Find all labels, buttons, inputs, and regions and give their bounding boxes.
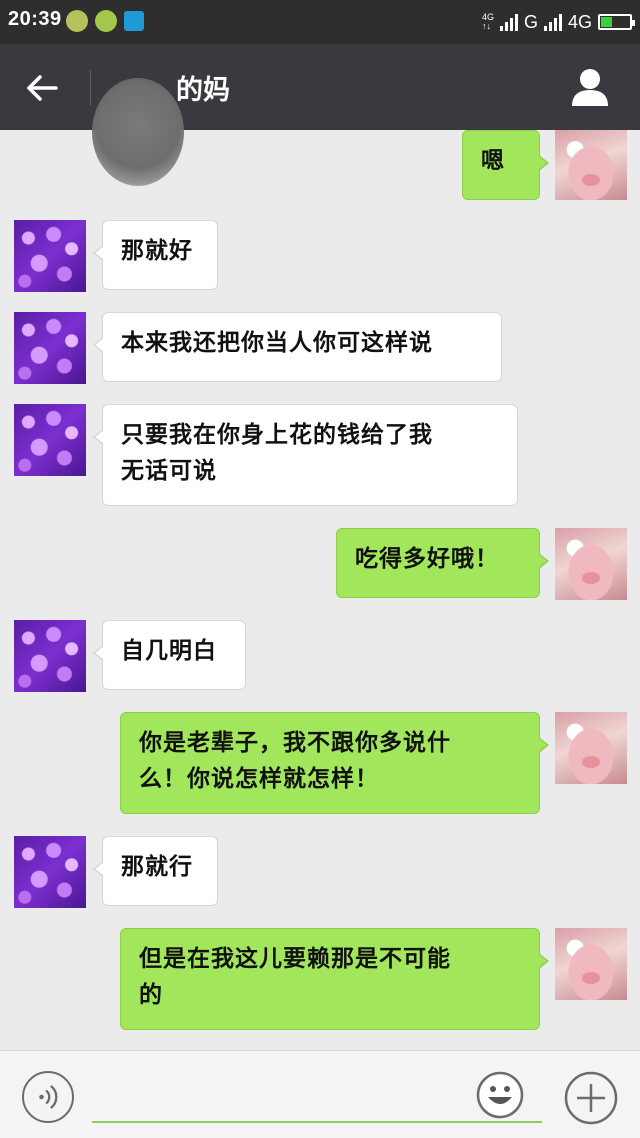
message-bubble-outgoing[interactable]: 吃得多好哦！ xyxy=(336,528,549,598)
contact-avatar[interactable] xyxy=(14,312,86,384)
contact-avatar[interactable] xyxy=(14,220,86,292)
signal-icon xyxy=(499,13,518,31)
message-bubble-outgoing[interactable]: 嗯 xyxy=(462,130,549,200)
message-bubble-incoming[interactable]: 自几明白 xyxy=(93,620,246,690)
battery-icon xyxy=(598,14,635,30)
notification-app-icon xyxy=(95,10,117,32)
message-bubble-outgoing[interactable]: 但是在我这儿要赖那是不可能 的 xyxy=(120,928,549,1030)
contact-avatar[interactable] xyxy=(14,836,86,908)
voice-icon[interactable] xyxy=(22,1071,74,1123)
notification-app-icon xyxy=(66,10,88,32)
message-bubble-incoming[interactable]: 那就行 xyxy=(93,836,218,906)
signal-icon xyxy=(543,13,562,31)
emoji-icon[interactable] xyxy=(476,1071,524,1119)
status-indicators: 4G ↑↓ G 4G xyxy=(481,8,635,36)
network-type-small: 4G ↑↓ xyxy=(481,12,494,31)
chat-header: 的妈 xyxy=(0,44,640,186)
my-avatar[interactable] xyxy=(555,712,627,784)
network-type-g: G xyxy=(523,11,538,32)
network-type-4g: 4G xyxy=(567,11,592,32)
screenshot-icon xyxy=(124,11,144,31)
contact-avatar[interactable] xyxy=(14,404,86,476)
redacted-name-blur xyxy=(92,78,184,186)
contact-avatar[interactable] xyxy=(14,620,86,692)
message-bubble-incoming[interactable]: 那就好 xyxy=(93,220,218,290)
arrow-left-icon[interactable] xyxy=(22,68,62,108)
my-avatar[interactable] xyxy=(555,928,627,1000)
plus-icon[interactable] xyxy=(564,1071,618,1125)
person-icon[interactable] xyxy=(570,66,610,108)
my-avatar[interactable] xyxy=(555,130,627,200)
message-bubble-outgoing[interactable]: 你是老辈子，我不跟你多说什 么！你说怎样就怎样！ xyxy=(120,712,549,814)
message-bubble-incoming[interactable]: 本来我还把你当人你可这样说 xyxy=(93,312,502,382)
status-bar: 20:39 4G ↑↓ G 4G xyxy=(0,0,640,44)
message-input[interactable] xyxy=(92,1121,542,1123)
input-bar xyxy=(0,1050,640,1138)
message-bubble-incoming[interactable]: 只要我在你身上花的钱给了我 无话可说 xyxy=(93,404,518,506)
chat-title: 的妈 xyxy=(176,75,230,106)
header-divider xyxy=(90,70,91,106)
status-time: 20:39 xyxy=(8,8,62,30)
my-avatar[interactable] xyxy=(555,528,627,600)
